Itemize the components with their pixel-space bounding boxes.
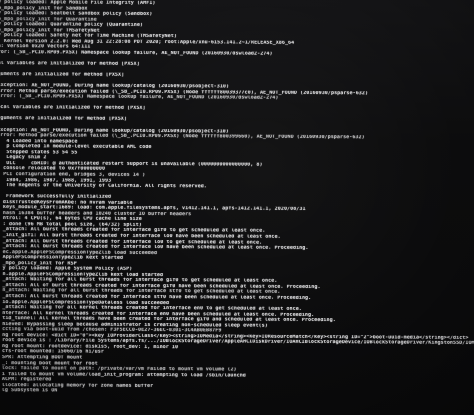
- boot-log: y policy loaded: Apple Mobile File Integ…: [0, 0, 474, 397]
- terminal-screen: y policy loaded: Apple Mobile File Integ…: [0, 0, 474, 415]
